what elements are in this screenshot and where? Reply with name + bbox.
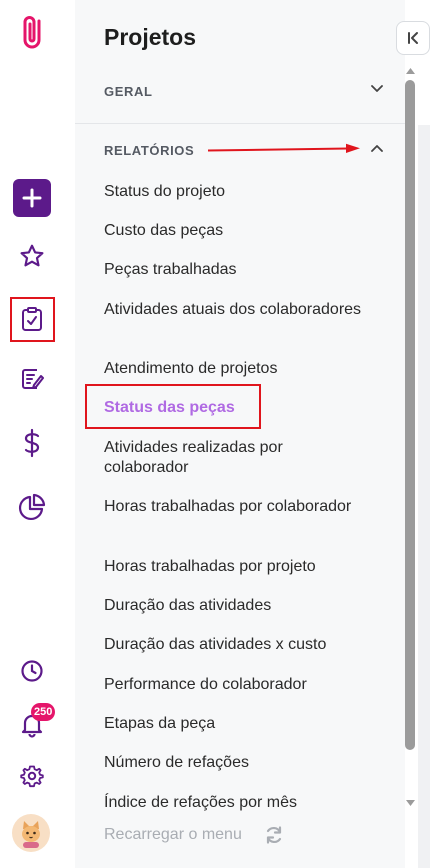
favorites-button[interactable] [13, 237, 51, 275]
menu-item-atendimento-de-projetos[interactable]: Atendimento de projetos [104, 359, 364, 379]
menu-item-status-do-projeto[interactable]: Status do projeto [104, 182, 364, 202]
refresh-icon [266, 826, 281, 844]
tasks-button[interactable] [13, 360, 51, 398]
menu-item-indice-de-refacoes[interactable]: Índice de refações por mês [104, 793, 364, 813]
paperclip-logo-icon[interactable] [13, 14, 51, 52]
scrollbar-thumb[interactable] [405, 80, 415, 750]
collapse-left-icon [408, 32, 418, 44]
reload-menu-button[interactable]: Recarregar o menu [104, 825, 284, 845]
collapse-panel-button[interactable] [396, 21, 430, 55]
section-geral[interactable]: GERAL [104, 84, 153, 99]
scroll-up-icon [406, 68, 415, 74]
clock-icon [21, 660, 43, 682]
menu-item-pecas-trabalhadas[interactable]: Peças trabalhadas [104, 260, 364, 280]
settings-button[interactable] [13, 757, 51, 795]
highlight-box-active-item [85, 384, 261, 429]
divider [75, 123, 405, 124]
notifications-badge: 250 [31, 703, 56, 721]
edit-note-icon [22, 369, 44, 389]
chevron-up-icon[interactable] [369, 140, 385, 156]
menu-item-horas-por-projeto[interactable]: Horas trabalhadas por projeto [104, 557, 364, 577]
history-button[interactable] [13, 652, 51, 690]
star-icon [20, 244, 44, 267]
scroll-down-icon [406, 800, 415, 806]
gear-icon [20, 765, 44, 788]
menu-item-custo-das-pecas[interactable]: Custo das peças [104, 221, 364, 241]
panel-title: Projetos [104, 24, 197, 50]
menu-item-horas-por-colaborador[interactable]: Horas trabalhadas por colaborador [104, 497, 364, 517]
reports-button[interactable] [13, 488, 51, 526]
menu-item-performance[interactable]: Performance do colaborador [104, 675, 364, 695]
menu-item-atividades-realizadas[interactable]: Atividades realizadas por colaborador [104, 438, 364, 478]
finance-button[interactable] [13, 424, 51, 462]
dollar-icon [24, 428, 40, 458]
icon-rail: 250 [0, 0, 75, 868]
menu-item-etapas-da-peca[interactable]: Etapas da peça [104, 714, 364, 734]
plus-icon [22, 188, 42, 208]
annotation-arrow [207, 143, 360, 153]
menu-item-numero-de-refacoes[interactable]: Número de refações [104, 753, 364, 773]
highlight-box-projects [10, 297, 55, 342]
projects-menu-panel: Projetos GERAL RELATÓRIOS Status do proj… [75, 0, 405, 868]
chevron-down-icon[interactable] [369, 81, 385, 97]
reload-menu-label: Recarregar o menu [104, 826, 242, 843]
menu-item-duracao-das-atividades[interactable]: Duração das atividades [104, 596, 364, 616]
menu-item-atividades-atuais[interactable]: Atividades atuais dos colaboradores [104, 300, 364, 320]
pie-chart-icon [18, 493, 46, 521]
add-button[interactable] [13, 179, 51, 217]
cat-avatar-icon [14, 816, 48, 850]
user-avatar[interactable] [12, 814, 50, 852]
menu-item-duracao-x-custo[interactable]: Duração das atividades x custo [104, 635, 364, 655]
content-gutter [418, 125, 430, 868]
